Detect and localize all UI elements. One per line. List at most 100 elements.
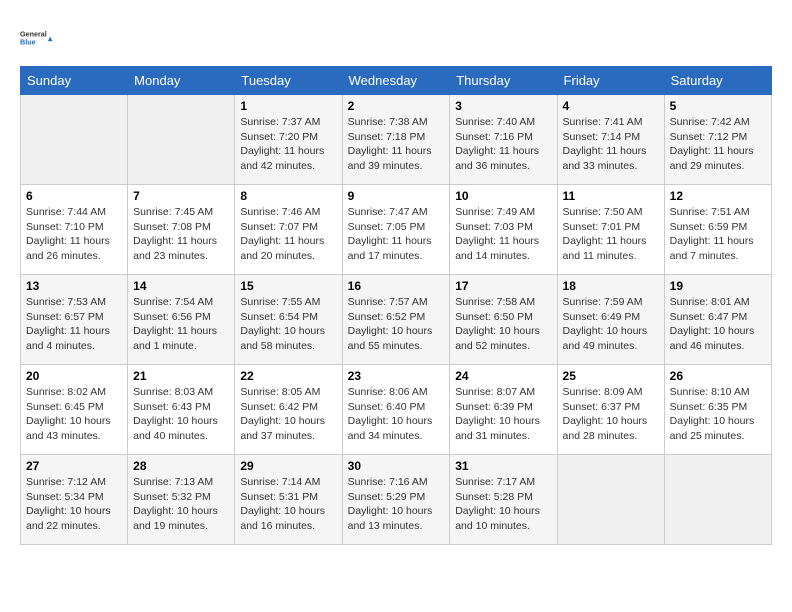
- day-info: Sunrise: 7:49 AMSunset: 7:03 PMDaylight:…: [455, 205, 551, 264]
- calendar-week-1: 1 Sunrise: 7:37 AMSunset: 7:20 PMDaylight…: [21, 95, 772, 185]
- day-number: 24: [455, 369, 551, 383]
- day-info: Sunrise: 7:12 AMSunset: 5:34 PMDaylight:…: [26, 475, 122, 534]
- day-number: 29: [240, 459, 336, 473]
- day-info: Sunrise: 7:13 AMSunset: 5:32 PMDaylight:…: [133, 475, 229, 534]
- day-number: 14: [133, 279, 229, 293]
- day-number: 21: [133, 369, 229, 383]
- calendar-cell: 12 Sunrise: 7:51 AMSunset: 6:59 PMDayligh…: [664, 185, 771, 275]
- day-number: 3: [455, 99, 551, 113]
- day-number: 8: [240, 189, 336, 203]
- day-info: Sunrise: 8:10 AMSunset: 6:35 PMDaylight:…: [670, 385, 766, 444]
- calendar-cell: 29 Sunrise: 7:14 AMSunset: 5:31 PMDayligh…: [235, 455, 342, 545]
- calendar-cell: 6 Sunrise: 7:44 AMSunset: 7:10 PMDaylight…: [21, 185, 128, 275]
- calendar-body: 1 Sunrise: 7:37 AMSunset: 7:20 PMDaylight…: [21, 95, 772, 545]
- day-info: Sunrise: 7:37 AMSunset: 7:20 PMDaylight:…: [240, 115, 336, 174]
- calendar-cell: [557, 455, 664, 545]
- day-info: Sunrise: 7:38 AMSunset: 7:18 PMDaylight:…: [348, 115, 445, 174]
- day-info: Sunrise: 8:05 AMSunset: 6:42 PMDaylight:…: [240, 385, 336, 444]
- day-number: 26: [670, 369, 766, 383]
- day-number: 5: [670, 99, 766, 113]
- day-info: Sunrise: 7:53 AMSunset: 6:57 PMDaylight:…: [26, 295, 122, 354]
- day-info: Sunrise: 8:02 AMSunset: 6:45 PMDaylight:…: [26, 385, 122, 444]
- day-info: Sunrise: 7:16 AMSunset: 5:29 PMDaylight:…: [348, 475, 445, 534]
- day-number: 19: [670, 279, 766, 293]
- day-number: 18: [563, 279, 659, 293]
- day-info: Sunrise: 8:07 AMSunset: 6:39 PMDaylight:…: [455, 385, 551, 444]
- day-info: Sunrise: 7:42 AMSunset: 7:12 PMDaylight:…: [670, 115, 766, 174]
- day-info: Sunrise: 7:51 AMSunset: 6:59 PMDaylight:…: [670, 205, 766, 264]
- day-number: 6: [26, 189, 122, 203]
- day-info: Sunrise: 7:17 AMSunset: 5:28 PMDaylight:…: [455, 475, 551, 534]
- calendar-cell: 20 Sunrise: 8:02 AMSunset: 6:45 PMDayligh…: [21, 365, 128, 455]
- day-number: 28: [133, 459, 229, 473]
- day-number: 13: [26, 279, 122, 293]
- calendar-cell: 13 Sunrise: 7:53 AMSunset: 6:57 PMDayligh…: [21, 275, 128, 365]
- calendar-cell: 1 Sunrise: 7:37 AMSunset: 7:20 PMDaylight…: [235, 95, 342, 185]
- calendar-cell: 16Sunrise: 7:57 AMSunset: 6:52 PMDayligh…: [342, 275, 450, 365]
- calendar-week-3: 13 Sunrise: 7:53 AMSunset: 6:57 PMDayligh…: [21, 275, 772, 365]
- calendar-cell: 15Sunrise: 7:55 AMSunset: 6:54 PMDayligh…: [235, 275, 342, 365]
- day-number: 11: [563, 189, 659, 203]
- calendar-cell: 26 Sunrise: 8:10 AMSunset: 6:35 PMDayligh…: [664, 365, 771, 455]
- day-info: Sunrise: 7:58 AMSunset: 6:50 PMDaylight:…: [455, 295, 551, 354]
- day-info: Sunrise: 7:47 AMSunset: 7:05 PMDaylight:…: [348, 205, 445, 264]
- page-header: GeneralBlue: [20, 20, 772, 56]
- day-number: 12: [670, 189, 766, 203]
- calendar-cell: 17Sunrise: 7:58 AMSunset: 6:50 PMDayligh…: [450, 275, 557, 365]
- calendar-cell: 10 Sunrise: 7:49 AMSunset: 7:03 PMDayligh…: [450, 185, 557, 275]
- logo-icon: GeneralBlue: [20, 20, 56, 56]
- calendar-cell: [21, 95, 128, 185]
- header-row: SundayMondayTuesdayWednesdayThursdayFrid…: [21, 67, 772, 95]
- svg-text:General: General: [20, 30, 47, 39]
- day-info: Sunrise: 7:45 AMSunset: 7:08 PMDaylight:…: [133, 205, 229, 264]
- calendar-cell: [128, 95, 235, 185]
- day-number: 9: [348, 189, 445, 203]
- calendar-cell: 25Sunrise: 8:09 AMSunset: 6:37 PMDayligh…: [557, 365, 664, 455]
- calendar-cell: 5 Sunrise: 7:42 AMSunset: 7:12 PMDaylight…: [664, 95, 771, 185]
- calendar-cell: 14 Sunrise: 7:54 AMSunset: 6:56 PMDayligh…: [128, 275, 235, 365]
- calendar-cell: 9 Sunrise: 7:47 AMSunset: 7:05 PMDaylight…: [342, 185, 450, 275]
- day-number: 15: [240, 279, 336, 293]
- header-day-friday: Friday: [557, 67, 664, 95]
- day-number: 31: [455, 459, 551, 473]
- calendar-cell: 2Sunrise: 7:38 AMSunset: 7:18 PMDaylight…: [342, 95, 450, 185]
- day-info: Sunrise: 7:40 AMSunset: 7:16 PMDaylight:…: [455, 115, 551, 174]
- calendar-header: SundayMondayTuesdayWednesdayThursdayFrid…: [21, 67, 772, 95]
- header-day-saturday: Saturday: [664, 67, 771, 95]
- calendar-cell: 11 Sunrise: 7:50 AMSunset: 7:01 PMDayligh…: [557, 185, 664, 275]
- day-number: 4: [563, 99, 659, 113]
- day-number: 1: [240, 99, 336, 113]
- calendar-cell: 19 Sunrise: 8:01 AMSunset: 6:47 PMDayligh…: [664, 275, 771, 365]
- calendar-cell: 27 Sunrise: 7:12 AMSunset: 5:34 PMDayligh…: [21, 455, 128, 545]
- header-day-monday: Monday: [128, 67, 235, 95]
- calendar-cell: 8 Sunrise: 7:46 AMSunset: 7:07 PMDaylight…: [235, 185, 342, 275]
- day-info: Sunrise: 8:03 AMSunset: 6:43 PMDaylight:…: [133, 385, 229, 444]
- header-day-sunday: Sunday: [21, 67, 128, 95]
- calendar-cell: 30Sunrise: 7:16 AMSunset: 5:29 PMDayligh…: [342, 455, 450, 545]
- calendar-week-5: 27 Sunrise: 7:12 AMSunset: 5:34 PMDayligh…: [21, 455, 772, 545]
- day-info: Sunrise: 7:50 AMSunset: 7:01 PMDaylight:…: [563, 205, 659, 264]
- day-info: Sunrise: 7:14 AMSunset: 5:31 PMDaylight:…: [240, 475, 336, 534]
- day-number: 23: [348, 369, 445, 383]
- day-info: Sunrise: 7:54 AMSunset: 6:56 PMDaylight:…: [133, 295, 229, 354]
- calendar-cell: [664, 455, 771, 545]
- day-info: Sunrise: 7:44 AMSunset: 7:10 PMDaylight:…: [26, 205, 122, 264]
- calendar-cell: 31 Sunrise: 7:17 AMSunset: 5:28 PMDayligh…: [450, 455, 557, 545]
- header-day-tuesday: Tuesday: [235, 67, 342, 95]
- day-number: 10: [455, 189, 551, 203]
- day-number: 27: [26, 459, 122, 473]
- day-number: 20: [26, 369, 122, 383]
- calendar-cell: 21 Sunrise: 8:03 AMSunset: 6:43 PMDayligh…: [128, 365, 235, 455]
- calendar-week-4: 20 Sunrise: 8:02 AMSunset: 6:45 PMDayligh…: [21, 365, 772, 455]
- day-info: Sunrise: 7:59 AMSunset: 6:49 PMDaylight:…: [563, 295, 659, 354]
- calendar-cell: 7Sunrise: 7:45 AMSunset: 7:08 PMDaylight…: [128, 185, 235, 275]
- day-info: Sunrise: 8:06 AMSunset: 6:40 PMDaylight:…: [348, 385, 445, 444]
- day-info: Sunrise: 8:01 AMSunset: 6:47 PMDaylight:…: [670, 295, 766, 354]
- day-info: Sunrise: 7:46 AMSunset: 7:07 PMDaylight:…: [240, 205, 336, 264]
- calendar-cell: 22 Sunrise: 8:05 AMSunset: 6:42 PMDayligh…: [235, 365, 342, 455]
- header-day-wednesday: Wednesday: [342, 67, 450, 95]
- calendar-cell: 24 Sunrise: 8:07 AMSunset: 6:39 PMDayligh…: [450, 365, 557, 455]
- calendar-cell: 28 Sunrise: 7:13 AMSunset: 5:32 PMDayligh…: [128, 455, 235, 545]
- day-number: 22: [240, 369, 336, 383]
- day-info: Sunrise: 8:09 AMSunset: 6:37 PMDaylight:…: [563, 385, 659, 444]
